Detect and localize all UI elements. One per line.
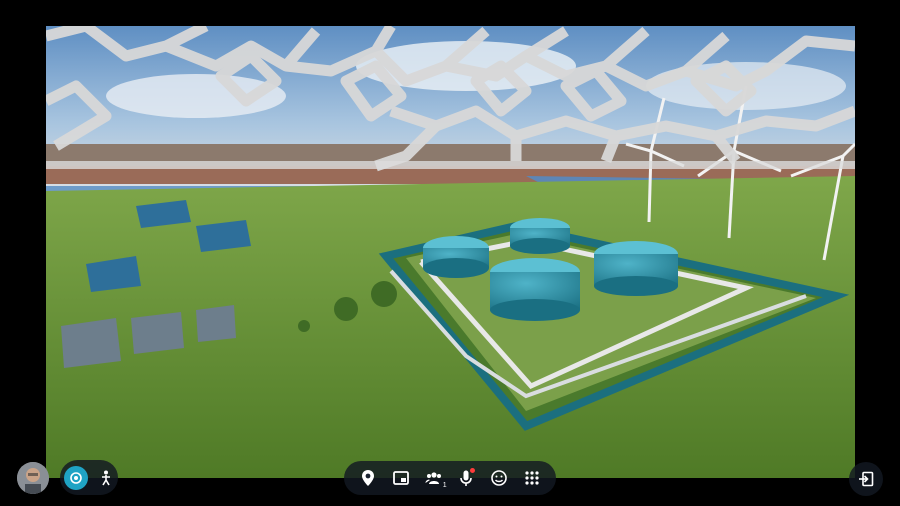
presence-controls [60,460,118,495]
3d-scene-viewport[interactable] [46,26,855,478]
map-pin-icon[interactable] [353,463,383,493]
smiley-icon[interactable] [484,463,514,493]
grid-icon[interactable] [517,463,547,493]
radar-icon[interactable] [64,465,88,490]
storage-tank [423,236,489,278]
microphone-icon[interactable] [451,463,481,493]
window-icon[interactable] [386,463,416,493]
exit-icon[interactable] [849,462,883,496]
storage-tank [510,218,570,254]
avatar[interactable] [17,462,49,494]
bottom-toolbar: 1 [344,461,556,495]
walking-person-icon[interactable] [98,468,114,488]
people-icon[interactable]: 1 [419,463,449,493]
storage-tank [490,258,580,321]
storage-tank [594,241,678,296]
participant-count: 1 [442,482,447,489]
